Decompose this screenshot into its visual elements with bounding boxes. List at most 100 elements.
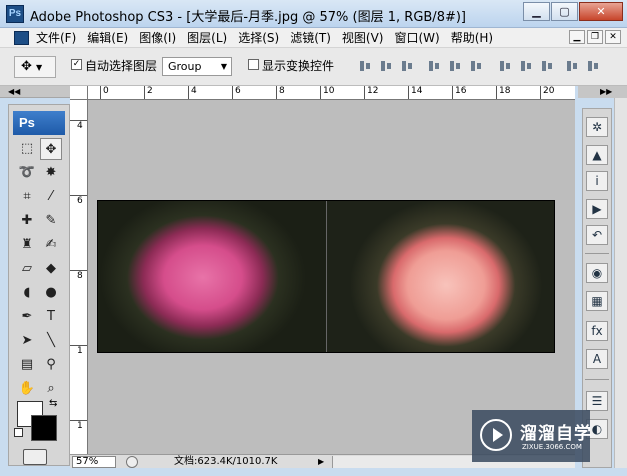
image-canvas[interactable] [97,200,555,353]
ruler-h-label: 16 [452,86,466,99]
color-grid-icon[interactable]: ▦ [586,291,608,311]
character-icon[interactable]: A [586,349,608,369]
doc-minimize-icon[interactable]: ▁ [569,30,585,44]
hand-tool-icon[interactable]: ✋ [16,378,38,400]
auto-select-mode-dropdown[interactable]: Group ▼ [162,57,232,76]
lasso-tool-icon[interactable]: ➰ [16,162,38,184]
healing-brush-tool-icon[interactable]: ✚ [16,210,38,232]
path-selection-tool-icon[interactable]: ➤ [16,330,38,352]
menu-file[interactable]: 文件(F) [36,30,76,46]
align-right-icon[interactable] [469,58,483,74]
photoshop-logo[interactable]: Ps [13,111,65,135]
panel-group-divider [585,379,609,380]
dodge-tool-icon[interactable]: ● [40,282,62,304]
document-icon[interactable] [14,31,29,45]
line-tool-icon[interactable]: ╲ [40,330,62,352]
menu-layer[interactable]: 图层(L) [187,30,227,46]
move-tool-icon[interactable]: ✥ [40,138,62,160]
close-icon[interactable]: ✕ [579,2,623,21]
toolbox-collapse-handle[interactable]: ◀◀ [0,86,70,98]
default-colors-icon[interactable] [14,428,23,437]
doc-restore-icon[interactable]: ❐ [587,30,603,44]
magic-wand-tool-icon[interactable]: ✸ [40,162,62,184]
watermark-text: 溜溜自学 [520,424,592,444]
menu-window[interactable]: 窗口(W) [394,30,439,46]
ruler-v-label: 1 [70,420,87,431]
menu-select[interactable]: 选择(S) [238,30,279,46]
menu-help[interactable]: 帮助(H) [451,30,493,46]
align-left-icon[interactable] [427,58,441,74]
maximize-icon[interactable]: ▢ [551,2,578,21]
history-icon[interactable]: ↶ [586,225,608,245]
panel-dock-collapse-handle[interactable]: ▶▶ [578,86,627,98]
navigator-icon[interactable]: ✲ [586,117,608,137]
notes-tool-icon[interactable]: ▤ [16,354,38,376]
paint-bucket-tool-icon[interactable]: ◆ [40,258,62,280]
play-logo-icon [480,419,512,451]
show-transform-checkbox[interactable] [248,59,259,70]
menu-items: 文件(F) 编辑(E) 图像(I) 图层(L) 选择(S) 滤镜(T) 视图(V… [36,30,504,46]
type-tool-icon[interactable]: T [40,306,62,328]
history-brush-tool-icon[interactable]: ✍ [40,234,62,256]
ruler-v-label: 8 [70,270,87,281]
distribute-center-icon[interactable] [519,58,533,74]
align-bottom-icon[interactable] [400,58,414,74]
watermark: 溜溜自学 ZIXUE.3066.COM [472,410,592,462]
eraser-tool-icon[interactable]: ▱ [16,258,38,280]
crop-tool-icon[interactable]: ⌗ [16,186,38,208]
marquee-tool-icon[interactable]: ⬚ [16,138,38,160]
zoom-tool-icon[interactable]: ⌕ [40,378,62,400]
status-menu-icon[interactable] [126,456,138,468]
align-vertical-center-icon[interactable] [379,58,393,74]
panel-group-divider [585,253,609,254]
brush-tool-icon[interactable]: ✎ [40,210,62,232]
distribute-top-icon[interactable] [498,58,512,74]
histogram-icon[interactable]: ▲ [586,145,608,165]
quick-mask-button[interactable] [23,449,47,465]
pen-tool-icon[interactable]: ✒ [16,306,38,328]
watermark-url: ZIXUE.3066.COM [522,443,582,451]
horizontal-ruler[interactable]: 0 2 4 6 8 10 12 14 16 18 20 [88,86,575,100]
distribute-hcenter-icon[interactable] [586,58,600,74]
tool-preset-picker[interactable]: ✥ ▼ [14,56,56,78]
ruler-h-label: 12 [364,86,378,99]
menu-filter[interactable]: 滤镜(T) [290,30,331,46]
swatches-icon[interactable]: ◉ [586,263,608,283]
menu-edit[interactable]: 编辑(E) [87,30,128,46]
distribute-bottom-icon[interactable] [540,58,554,74]
background-color-swatch[interactable] [31,415,57,441]
menu-image[interactable]: 图像(I) [139,30,176,46]
slice-tool-icon[interactable]: ⁄ [40,186,62,208]
doc-close-icon[interactable]: ✕ [605,30,621,44]
pink-rose-with-dew-photo [98,201,326,352]
distribute-left-icon[interactable] [565,58,579,74]
align-horizontal-center-icon[interactable] [448,58,462,74]
chevron-down-icon: ▼ [220,62,227,71]
status-menu-arrow-icon[interactable]: ▶ [318,456,328,468]
vertical-ruler[interactable]: 4 6 8 1 1 [70,100,88,454]
blur-tool-icon[interactable]: ◖ [16,282,38,304]
vertical-scrollbar[interactable] [614,98,627,468]
styles-fx-icon[interactable]: fx [586,321,608,341]
ruler-v-label: 1 [70,345,87,356]
title-bar: Ps Adobe Photoshop CS3 - [大学最后-月季.jpg @ … [0,0,627,28]
peach-rose-photo [327,201,554,352]
align-top-icon[interactable] [358,58,372,74]
zoom-level-field[interactable]: 57% [72,456,116,468]
ruler-h-label: 18 [496,86,510,99]
layers-icon[interactable]: ☰ [586,391,608,411]
menu-view[interactable]: 视图(V) [342,30,384,46]
minimize-icon[interactable]: ▁ [523,2,550,21]
ruler-origin[interactable] [70,86,88,100]
actions-icon[interactable]: ▶ [586,199,608,219]
window-controls: ▁ ▢ ✕ [522,2,623,21]
info-icon[interactable]: i [586,171,608,191]
swap-colors-icon[interactable]: ⇆ [49,398,57,409]
document-window-controls: ▁ ❐ ✕ [567,30,621,44]
clone-stamp-tool-icon[interactable]: ♜ [16,234,38,256]
menu-bar: 文件(F) 编辑(E) 图像(I) 图层(L) 选择(S) 滤镜(T) 视图(V… [0,28,627,48]
auto-select-checkbox[interactable]: ✓ [71,59,82,70]
ruler-h-label: 10 [320,86,334,99]
auto-select-mode-value: Group [168,60,202,73]
eyedropper-tool-icon[interactable]: ⚲ [40,354,62,376]
